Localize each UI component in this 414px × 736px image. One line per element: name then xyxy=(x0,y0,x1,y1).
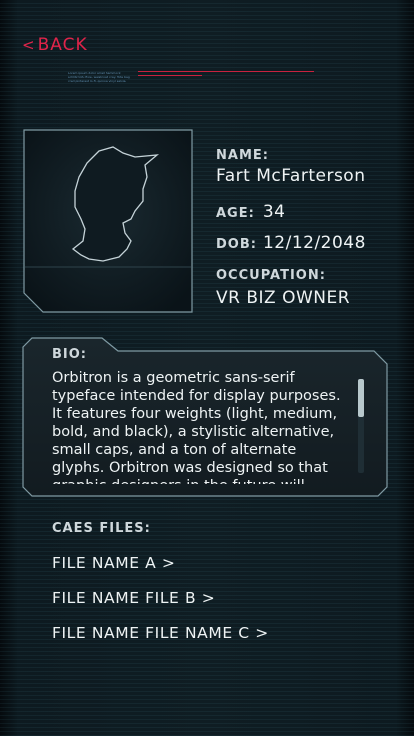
back-button[interactable]: < BACK xyxy=(22,35,88,55)
bio-scrollbar-thumb[interactable] xyxy=(358,379,364,417)
age-label: AGE: xyxy=(216,206,255,221)
avatar-frame-graphic xyxy=(23,129,193,313)
bio-text: Orbitron is a geometric sans-serif typef… xyxy=(52,370,341,484)
dob-value: 12/12/2048 xyxy=(262,233,366,253)
age-row: AGE: 34 xyxy=(216,202,285,222)
name-label: NAME: xyxy=(216,148,269,163)
accent-line xyxy=(138,71,314,72)
occupation-value: VR BIZ OWNER xyxy=(216,288,351,308)
occupation-label: OCCUPATION: xyxy=(216,268,326,283)
file-link-c[interactable]: FILE NAME FILE NAME C > xyxy=(52,624,269,642)
name-value: Fart McFarterson xyxy=(216,166,366,186)
avatar xyxy=(23,129,193,313)
cases-label: CAES FILES: xyxy=(52,521,151,536)
dob-label: DOB: xyxy=(216,237,257,252)
back-label: BACK xyxy=(37,35,88,55)
accent-line-short xyxy=(138,75,202,76)
file-link-a[interactable]: FILE NAME A > xyxy=(52,554,175,572)
fine-print: Lorem ipsum dolor amet hammock schlitz t… xyxy=(68,71,130,83)
dob-row: DOB: 12/12/2048 xyxy=(216,233,366,253)
bio-label: BIO: xyxy=(52,347,87,362)
file-link-b[interactable]: FILE NAME FILE B > xyxy=(52,589,215,607)
age-value: 34 xyxy=(262,202,286,222)
chevron-left-icon: < xyxy=(22,36,36,54)
